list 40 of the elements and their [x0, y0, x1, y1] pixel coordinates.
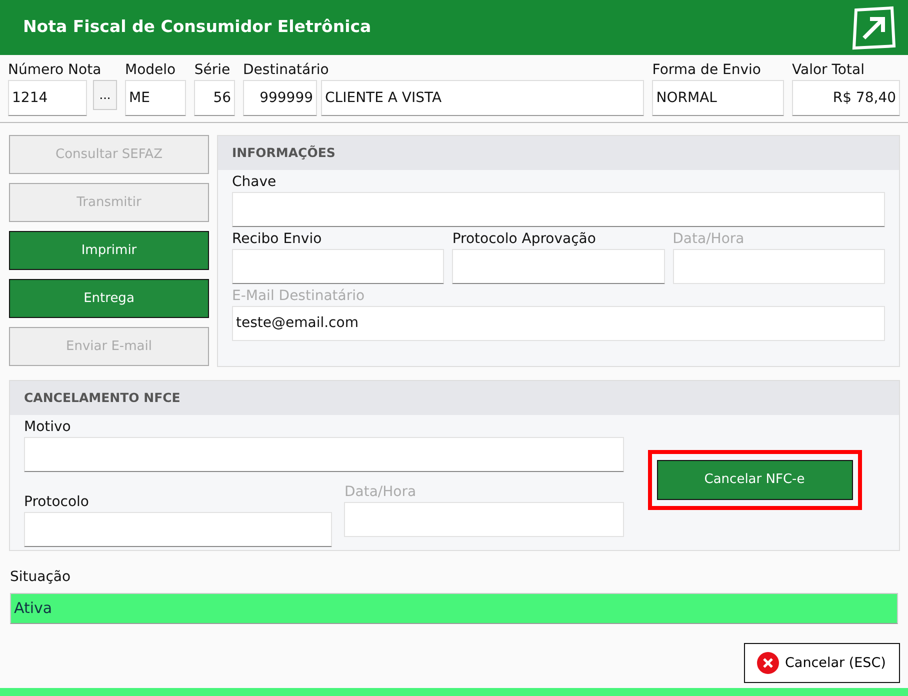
field-label: Situação — [10, 568, 72, 587]
name-field[interactable]: CLIENTE A VISTA — [321, 80, 644, 116]
field-label: Número Nota — [8, 61, 102, 80]
window-title: Nota Fiscal de Consumidor Eletrônica — [23, 16, 372, 38]
text-field[interactable]: 56 — [194, 80, 236, 116]
field-label: E-Mail Destinatário — [232, 287, 366, 306]
code-field[interactable]: 999999 — [243, 80, 318, 116]
field-label: Data/Hora — [344, 483, 418, 502]
field-label: Modelo — [124, 61, 177, 80]
input-field[interactable] — [232, 249, 444, 284]
field-label: Série — [194, 61, 232, 80]
action-button[interactable]: Entrega — [9, 279, 209, 318]
field-label: Protocolo Aprovação — [452, 230, 597, 249]
field-label: Recibo Envio — [232, 230, 323, 249]
lookup-button[interactable]: ... — [92, 80, 117, 110]
input-field[interactable] — [232, 192, 885, 227]
field-label: Chave — [232, 173, 278, 192]
field-label: Forma de Envio — [652, 61, 762, 80]
input-field[interactable] — [452, 249, 665, 284]
action-button[interactable]: Imprimir — [9, 231, 209, 270]
section-title: INFORMAÇÕES — [218, 136, 899, 170]
text-field[interactable]: NORMAL — [652, 80, 784, 116]
number-field[interactable]: 1214 — [8, 80, 87, 116]
close-icon — [757, 652, 779, 674]
input-field[interactable] — [344, 502, 624, 537]
cancel-button[interactable]: Cancelar (ESC) — [744, 643, 900, 683]
field-label: Valor Total — [792, 61, 866, 80]
input-field[interactable] — [672, 249, 885, 284]
field-label: Motivo — [24, 418, 72, 437]
text-field[interactable]: R$ 78,40 — [792, 80, 900, 116]
field-label: Protocolo — [24, 493, 90, 512]
input-field[interactable] — [24, 437, 624, 472]
input-field[interactable] — [24, 512, 332, 547]
section-title: CANCELAMENTO NFCE — [10, 381, 899, 415]
status-field: Ativa — [10, 593, 898, 624]
arrow-logo-icon — [850, 6, 896, 50]
text-field[interactable]: ME — [124, 80, 186, 116]
field-label: Data/Hora — [672, 230, 746, 249]
cancel-nfce-button[interactable]: Cancelar NFC-e — [656, 460, 852, 500]
field-label: Destinatário — [243, 61, 330, 80]
